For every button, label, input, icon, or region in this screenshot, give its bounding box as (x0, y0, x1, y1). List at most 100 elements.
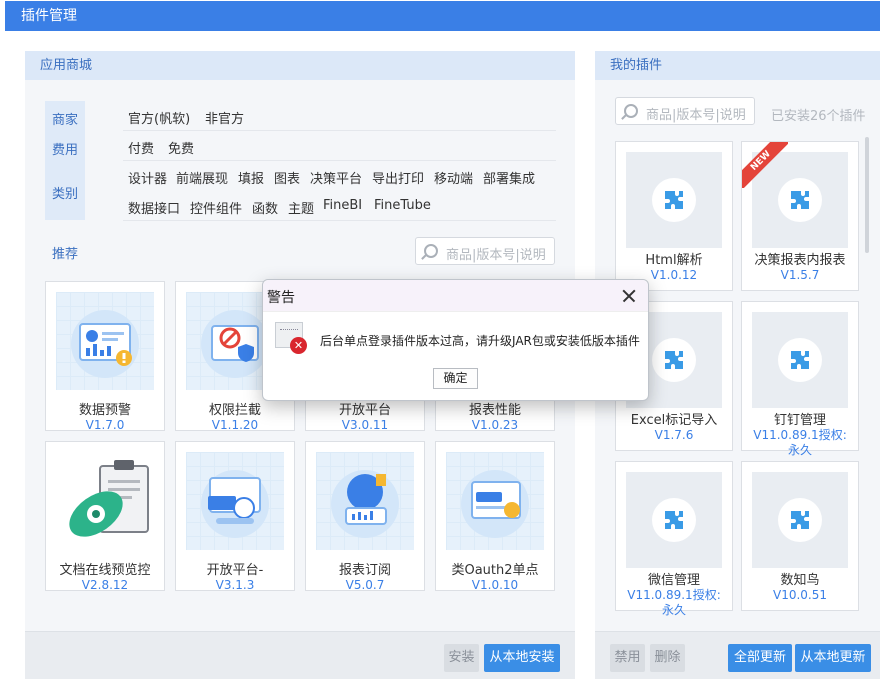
scrollbar[interactable] (865, 137, 869, 253)
puzzle-icon (652, 338, 696, 382)
store-plugin-card[interactable]: 数据预警 V1.7.0 (45, 281, 165, 432)
fee-filter-row: 付费 免费 (123, 131, 556, 161)
category-option[interactable]: 填报 (238, 168, 264, 187)
plugin-license: 永久 (661, 603, 686, 617)
category-option[interactable]: 函数 (252, 198, 278, 217)
category-option[interactable]: 前端展现 (176, 168, 228, 187)
plugin-thumbnail (626, 152, 722, 248)
report-subscribe-illustration (316, 452, 414, 550)
update-all-button[interactable]: 全部更新 (728, 644, 792, 672)
category-option[interactable]: 部署集成 (483, 168, 535, 187)
plugin-name: 开放平台- (206, 563, 264, 578)
install-button[interactable]: 安装 (444, 644, 479, 672)
close-icon[interactable] (617, 284, 641, 308)
fee-option-paid[interactable]: 付费 (128, 138, 154, 157)
puzzle-icon (652, 498, 696, 542)
dialog-header: 警告 (263, 280, 648, 312)
my-plugins-action-bar: 禁用 删除 全部更新 从本地更新 (595, 631, 880, 679)
store-plugin-card[interactable]: 类Oauth2单点 V1.0.10 (435, 441, 555, 592)
puzzle-icon (778, 498, 822, 542)
dialog-message: 后台单点登录插件版本过高，请升级JAR包或安装低版本插件 (320, 334, 640, 348)
plugin-name: Excel标记导入 (630, 413, 718, 428)
plugin-name: 报表订阅 (338, 563, 391, 578)
my-plugin-card[interactable]: NEW 决策报表内报表 V1.5.7 (741, 141, 859, 291)
finebi-api-illustration (186, 452, 284, 550)
my-plugin-card[interactable]: 数知鸟 V10.0.51 (741, 461, 859, 611)
vendor-option-official[interactable]: 官方(帆软) (128, 108, 190, 127)
fee-label: 费用 (51, 143, 78, 158)
category-filter-row: 设计器 前端展现 填报 图表 决策平台 导出打印 移动端 部署集成 数据接口 控… (123, 161, 556, 221)
plugin-name: 钉钉管理 (773, 413, 826, 428)
error-icon: ✕ (275, 322, 307, 354)
document-preview-illustration (56, 452, 154, 550)
category-option[interactable]: FineBI (323, 198, 362, 213)
category-option[interactable]: 控件组件 (190, 198, 242, 217)
category-option[interactable]: 决策平台 (310, 168, 362, 187)
store-search-placeholder: 商品|版本号|说明 (446, 248, 546, 263)
recommend-label[interactable]: 推荐 (52, 243, 78, 262)
ok-button[interactable]: 确定 (433, 368, 478, 389)
plugin-version: V11.0.89.1授权: (753, 428, 847, 442)
plugin-license: 永久 (787, 443, 812, 457)
plugin-thumbnail (626, 472, 722, 568)
window-title: 插件管理 (5, 1, 880, 31)
plugin-name: Html解析 (645, 253, 703, 268)
plugin-version: V2.8.12 (81, 578, 129, 592)
plugin-version: V1.7.0 (85, 418, 125, 432)
plugin-version: V3.1.3 (215, 578, 255, 592)
oauth2-illustration (446, 452, 544, 550)
category-option[interactable]: FineTube (374, 198, 431, 213)
category-option[interactable]: 数据接口 (128, 198, 180, 217)
store-search-input[interactable]: 商品|版本号|说明 (415, 237, 555, 265)
plugin-version: V1.7.6 (654, 428, 694, 442)
plugin-version: V10.0.51 (772, 588, 827, 602)
my-plugin-card[interactable]: 微信管理 V11.0.89.1授权: 永久 (615, 461, 733, 617)
store-plugin-card[interactable]: 文档在线预览控 V2.8.12 (45, 441, 165, 592)
plugin-thumbnail (752, 472, 848, 568)
my-plugins-search-placeholder: 商品|版本号|说明 (646, 108, 746, 123)
fee-option-free[interactable]: 免费 (168, 138, 194, 157)
update-local-button[interactable]: 从本地更新 (795, 644, 871, 672)
my-plugins-search-input[interactable]: 商品|版本号|说明 (615, 97, 755, 125)
store-plugin-card[interactable]: 开放平台- V3.1.3 (175, 441, 295, 592)
plugin-version: V1.5.7 (780, 268, 820, 282)
my-plugin-card[interactable]: 钉钉管理 V11.0.89.1授权: 永久 (741, 301, 859, 457)
dialog-title: 警告 (267, 290, 295, 306)
category-option[interactable]: 移动端 (434, 168, 473, 187)
plugin-version: V3.0.11 (341, 418, 389, 432)
plugin-name: 权限拦截 (208, 403, 261, 418)
plugin-version: V1.0.23 (471, 418, 519, 432)
plugin-name: 数据预警 (78, 403, 131, 418)
category-option[interactable]: 主题 (288, 198, 314, 217)
app-store-header: 应用商城 (25, 51, 575, 80)
disable-button[interactable]: 禁用 (610, 644, 645, 672)
search-icon (624, 104, 638, 118)
vendor-label: 商家 (51, 113, 78, 128)
category-option[interactable]: 导出打印 (372, 168, 424, 187)
category-option[interactable]: 图表 (274, 168, 300, 187)
vendor-option-unofficial[interactable]: 非官方 (205, 108, 244, 127)
plugin-name: 开放平台 (338, 403, 391, 418)
install-local-button[interactable]: 从本地安装 (484, 644, 560, 672)
plugin-version: V5.0.7 (345, 578, 385, 592)
category-option[interactable]: 设计器 (128, 168, 167, 187)
my-plugin-card[interactable]: Html解析 V1.0.12 (615, 141, 733, 291)
plugin-name: 决策报表内报表 (754, 253, 846, 268)
plugin-name: 微信管理 (647, 573, 700, 588)
puzzle-icon (778, 338, 822, 382)
puzzle-icon (652, 178, 696, 222)
data-alert-illustration (56, 292, 154, 390)
filter-labels: 商家 费用 类别 (45, 101, 85, 220)
warning-dialog: 警告 ✕ 后台单点登录插件版本过高，请升级JAR包或安装低版本插件 确定 (262, 279, 649, 401)
installed-count: 已安装26个插件 (771, 109, 866, 124)
plugin-thumbnail (752, 312, 848, 408)
my-plugins-header: 我的插件 (595, 51, 880, 80)
plugin-name: 报表性能 (468, 403, 521, 418)
plugin-version: V1.1.20 (211, 418, 259, 432)
plugin-name: 类Oauth2单点 (451, 563, 539, 578)
store-action-bar: 安装 从本地安装 (25, 631, 575, 679)
new-badge: NEW (742, 142, 788, 188)
delete-button[interactable]: 删除 (650, 644, 685, 672)
store-plugin-card[interactable]: 报表订阅 V5.0.7 (305, 441, 425, 592)
plugin-name: 数知鸟 (780, 573, 820, 588)
